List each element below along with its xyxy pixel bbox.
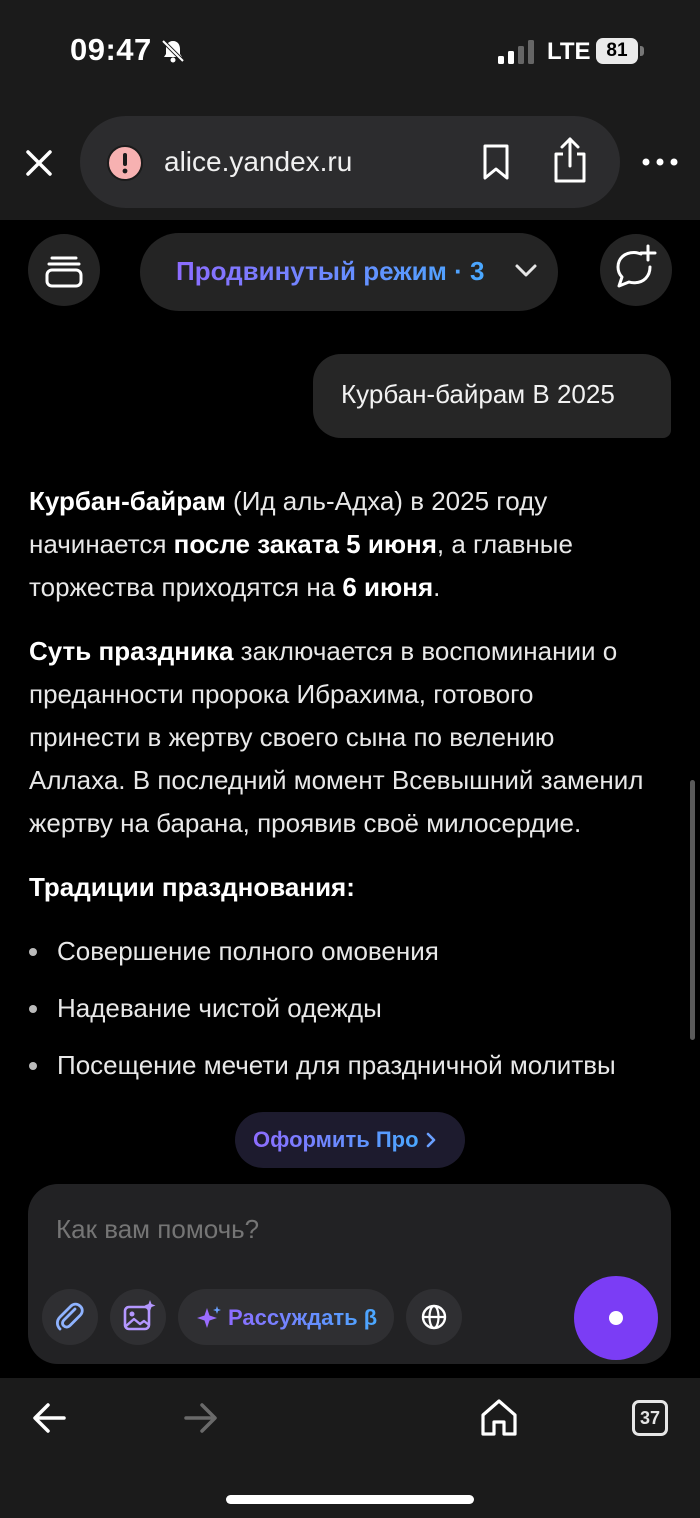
browser-toolbar: alice.yandex.ru: [0, 104, 700, 220]
list-item: Совершение полного омовения: [29, 930, 649, 973]
list-item: Надевание чистой одежды: [29, 987, 649, 1030]
message-input[interactable]: [56, 1214, 556, 1245]
battery-level: 81: [596, 38, 638, 64]
traditions-heading: Традиции празднования:: [29, 872, 355, 902]
answer-text: .: [433, 572, 441, 602]
list-item: Посещение мечети для праздничной молитвы: [29, 1044, 649, 1087]
share-icon[interactable]: [550, 136, 590, 184]
web-search-button[interactable]: [406, 1289, 462, 1345]
image-generate-button[interactable]: [110, 1289, 166, 1345]
home-indicator: [226, 1495, 474, 1504]
new-chat-icon: [616, 244, 657, 288]
tabs-button[interactable]: 37: [632, 1400, 668, 1436]
globe-icon: [421, 1304, 447, 1330]
back-arrow-icon[interactable]: [30, 1400, 70, 1436]
reasoning-toggle[interactable]: Рассуждать β: [178, 1289, 394, 1345]
pro-button-label: Оформить Про: [253, 1127, 419, 1152]
answer-bold: Суть праздника: [29, 636, 234, 666]
image-sparkle-icon: [123, 1300, 156, 1331]
chevron-right-icon: [426, 1132, 436, 1148]
composer: Рассуждать β: [28, 1184, 671, 1364]
assistant-answer: Курбан-байрам (Ид аль-Адха) в 2025 году …: [29, 480, 649, 1101]
answer-paragraph: Курбан-байрам (Ид аль-Адха) в 2025 году …: [29, 480, 649, 609]
answer-text: заключается в воспоминании о преданности…: [29, 636, 644, 838]
battery-tip: [640, 46, 644, 56]
network-type: LTE: [547, 38, 591, 65]
mode-label: Продвинутый режим · 3: [176, 256, 485, 286]
new-chat-button[interactable]: [600, 234, 672, 306]
reasoning-label: Рассуждать β: [228, 1305, 378, 1330]
mode-selector[interactable]: Продвинутый режим · 3: [140, 233, 558, 311]
signal-icon: [498, 40, 534, 64]
history-button[interactable]: [28, 234, 100, 306]
more-icon[interactable]: [640, 154, 680, 170]
history-icon: [45, 256, 83, 288]
sparkle-icon: [197, 1306, 221, 1328]
home-icon[interactable]: [478, 1396, 520, 1438]
answer-bold: 6 июня: [342, 572, 434, 602]
url-text: alice.yandex.ru: [164, 146, 353, 177]
subscribe-pro-button[interactable]: Оформить Про: [235, 1112, 465, 1168]
traditions-list: Совершение полного омовения Надевание чи…: [29, 930, 649, 1087]
paperclip-icon: [55, 1302, 84, 1331]
attach-button[interactable]: [42, 1289, 98, 1345]
address-bar[interactable]: alice.yandex.ru: [80, 116, 620, 208]
bell-slash-icon: [161, 39, 185, 63]
scrollbar[interactable]: [690, 780, 695, 1040]
close-icon[interactable]: [20, 144, 58, 182]
voice-button[interactable]: [574, 1276, 658, 1360]
user-message-bubble: Курбан-байрам В 2025: [313, 354, 671, 438]
voice-icon: [609, 1311, 623, 1325]
forward-arrow-icon[interactable]: [180, 1400, 220, 1436]
answer-bold: после заката 5 июня: [173, 529, 437, 559]
browser-bottom-bar: 37: [0, 1378, 700, 1518]
user-message-text: Курбан-байрам В 2025: [341, 379, 615, 409]
chevron-down-icon: [515, 264, 537, 277]
warning-icon[interactable]: [106, 144, 144, 182]
status-bar: 09:47 LTE 81: [0, 0, 700, 104]
status-time: 09:47: [70, 32, 152, 67]
answer-paragraph: Суть праздника заключается в воспоминани…: [29, 630, 649, 845]
bookmark-icon[interactable]: [476, 142, 516, 182]
answer-bold: Курбан-байрам: [29, 486, 226, 516]
